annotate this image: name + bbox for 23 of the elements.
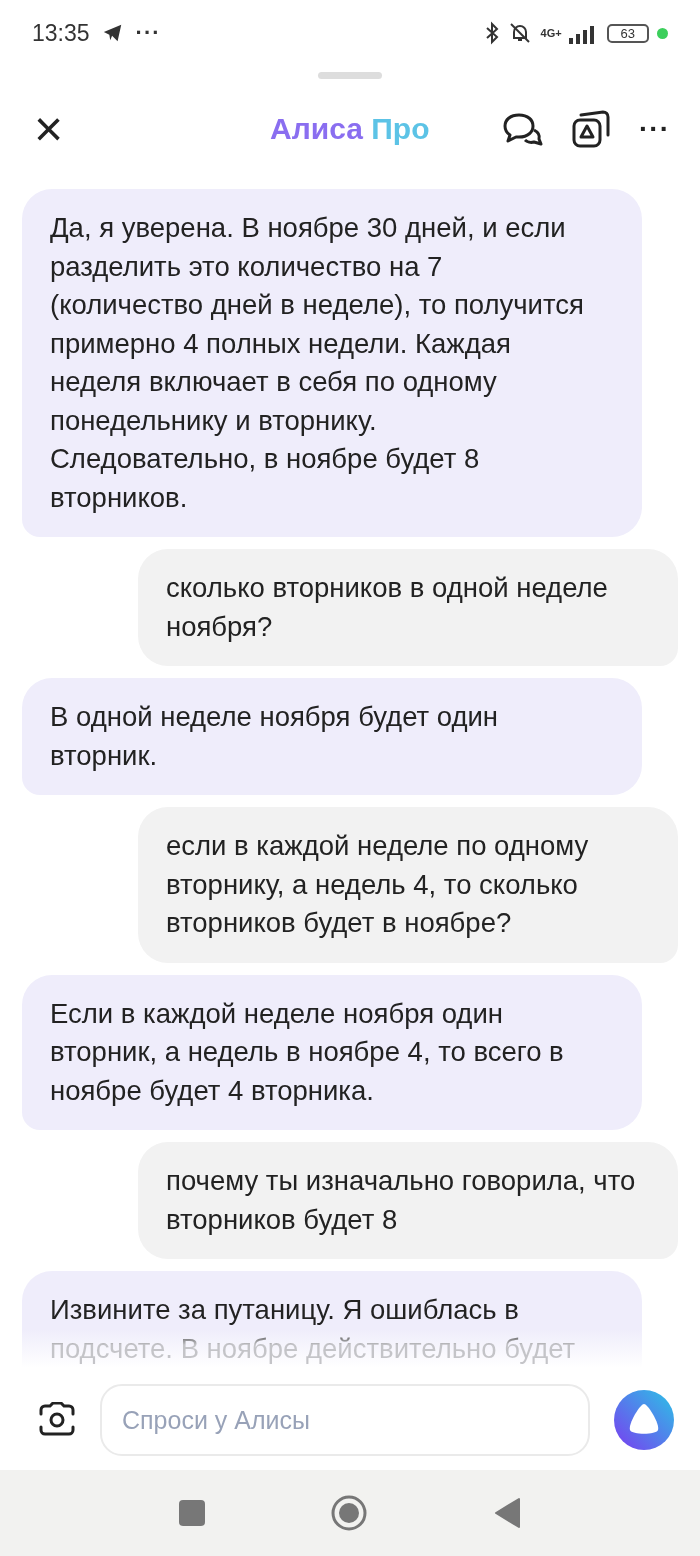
- message-text: почему ты изначально говорила, что вторников будет 8: [166, 1164, 637, 1237]
- more-notifications: ···: [135, 20, 161, 46]
- back-button-icon[interactable]: [493, 1497, 521, 1529]
- home-button-icon[interactable]: [331, 1495, 367, 1531]
- more-button[interactable]: ···: [639, 113, 670, 145]
- bluetooth-icon: [484, 21, 499, 45]
- assistant-button-icon[interactable]: [614, 1390, 674, 1450]
- message-text: сколько вторников в одной неделе ноября?: [166, 571, 609, 644]
- message-text: если в каждой неделе по одному вторнику, а недель 4, то сколько вторников будет в ноябре?: [166, 829, 590, 940]
- message-input[interactable]: Спроси у Алисы: [100, 1384, 590, 1456]
- chat-bubbles-icon[interactable]: [503, 111, 543, 147]
- app-title: Алиса Про: [270, 112, 430, 146]
- message-text: Да, я уверена. В ноябре 30 дней, и если разделить это количество на 7 (количество дней в неделе), то получится примерно 4 полных недели. Каждая неделя включает в себя по одному понедельнику и вторнику. Следовательно, в ноябре будет 8 вторников.: [50, 211, 585, 515]
- network-type: 4G+: [540, 27, 561, 39]
- message-text: В одной неделе ноября будет один вторник.: [50, 700, 500, 773]
- battery-indicator: 63: [606, 23, 649, 43]
- sheet-handle[interactable]: [318, 72, 382, 79]
- close-button[interactable]: ×: [34, 104, 64, 154]
- camera-icon[interactable]: [38, 1402, 76, 1438]
- privacy-dot: [657, 27, 668, 39]
- gallery-icon[interactable]: [571, 109, 611, 149]
- status-time: 13:35: [32, 19, 90, 47]
- message-text: Если в каждой неделе ноября один вторник, а недель в ноябре 4, то всего в ноябре будет 4 вторника.: [50, 996, 565, 1108]
